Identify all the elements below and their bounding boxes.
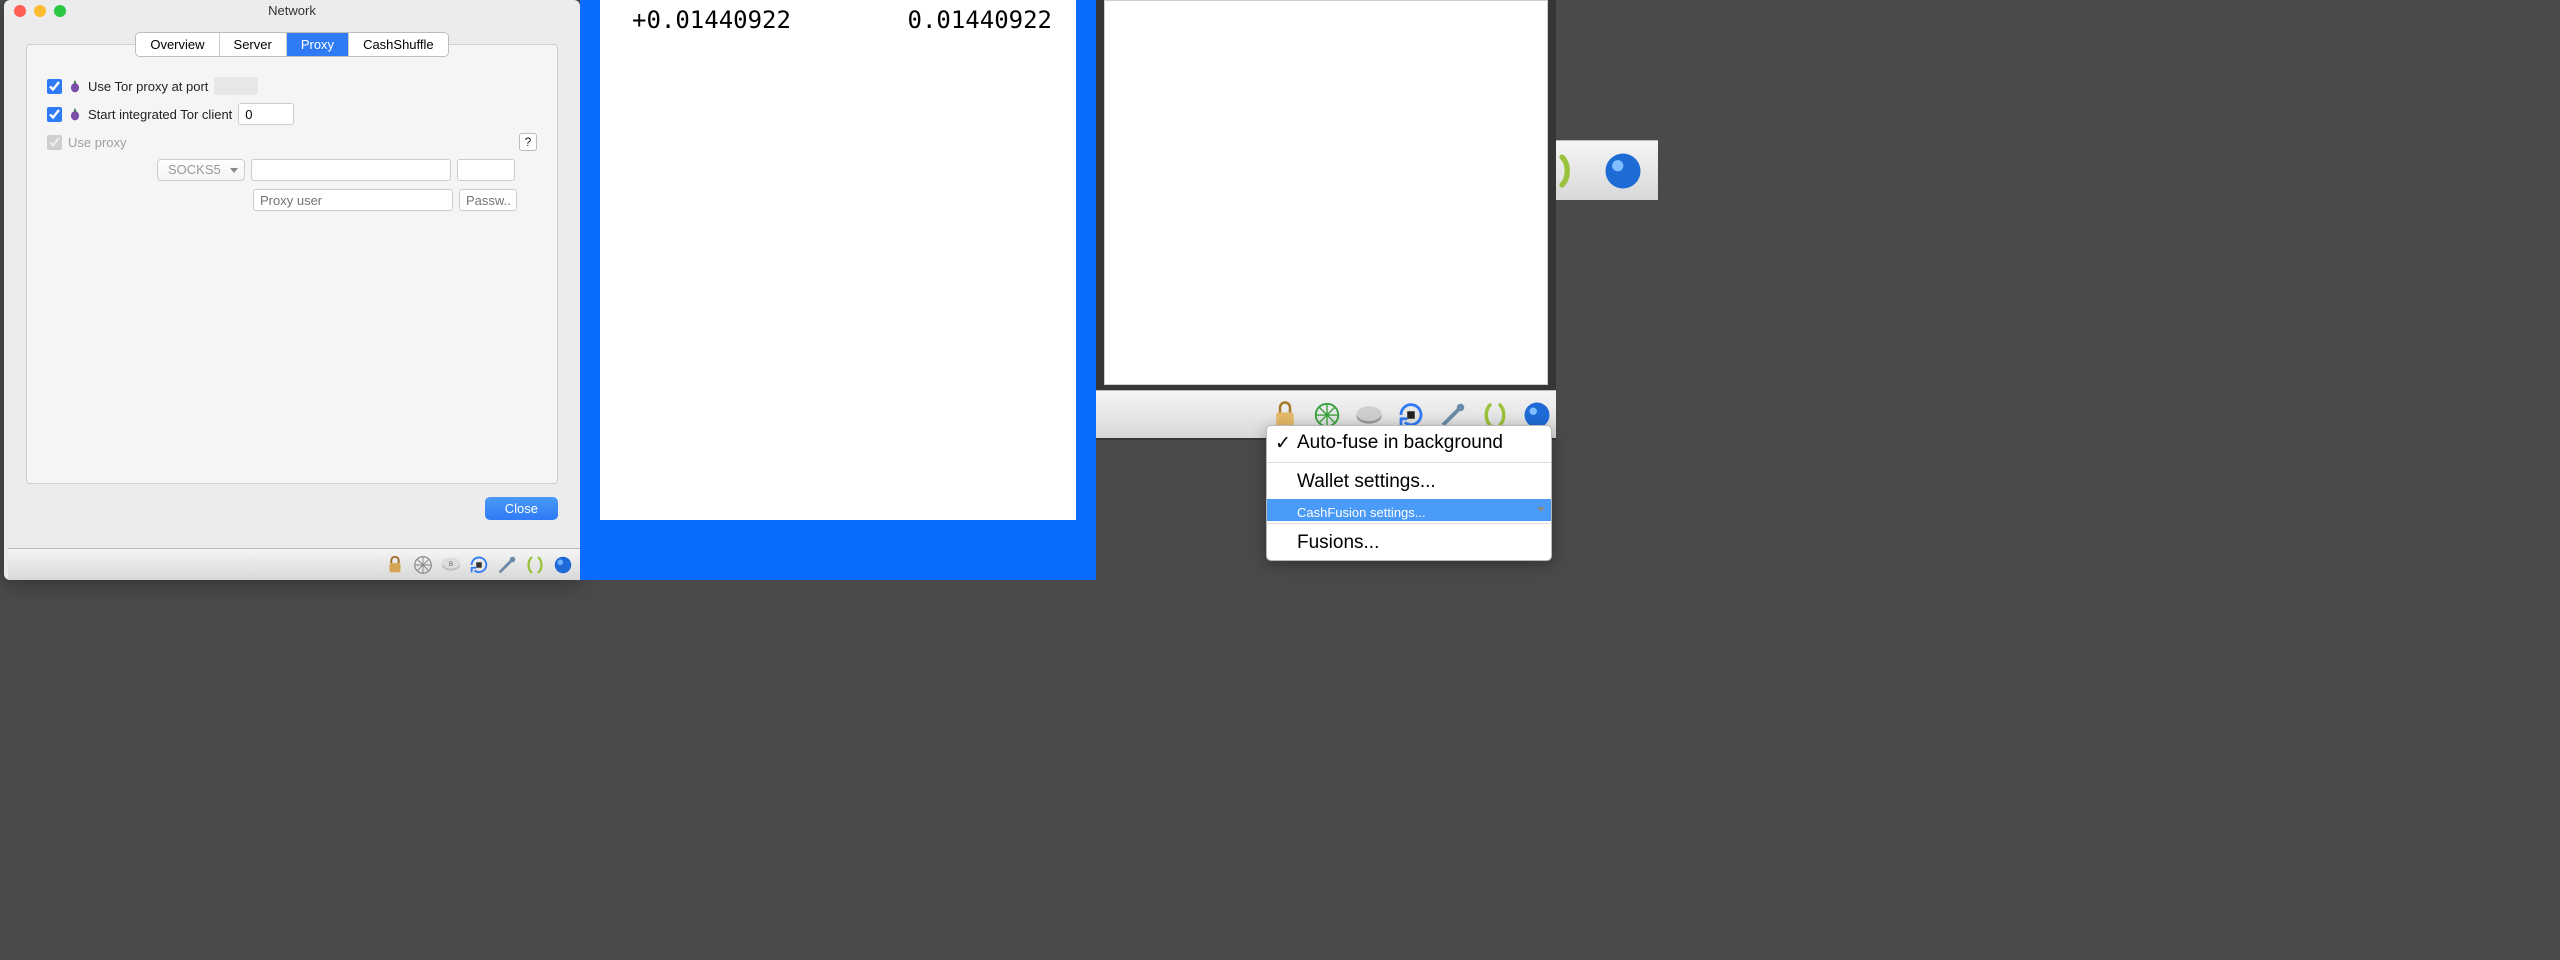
tor-port-value	[214, 77, 258, 95]
proxy-type-select[interactable]: SOCKS5	[157, 159, 245, 181]
proxy-port-input[interactable]	[457, 159, 515, 181]
menu-item-fusions[interactable]: Fusions...	[1267, 526, 1551, 560]
proxy-host-input[interactable]	[251, 159, 451, 181]
tabs: Overview Server Proxy CashShuffle	[135, 32, 448, 57]
start-tor-port-input[interactable]	[238, 103, 294, 125]
window-title: Network	[268, 3, 316, 18]
tab-proxy[interactable]: Proxy	[287, 33, 349, 56]
titlebar: Network	[4, 0, 580, 24]
right-window-content	[1104, 0, 1548, 385]
wallet-window: +0.01440922 0.01440922 B	[580, 0, 1096, 580]
coin-icon[interactable]: B	[440, 554, 462, 576]
use-proxy-checkbox	[47, 135, 62, 150]
tab-cashshuffle[interactable]: CashShuffle	[349, 33, 448, 56]
start-tor-checkbox[interactable]	[47, 107, 62, 122]
menu-item-cashfusion-settings[interactable]: CashFusion settings...	[1267, 499, 1551, 521]
status-orb-icon[interactable]	[552, 554, 574, 576]
amount-total: 0.01440922	[908, 6, 1053, 34]
tab-bar: Overview Server Proxy CashShuffle	[27, 32, 557, 57]
use-tor-checkbox[interactable]	[47, 79, 62, 94]
svg-text:B: B	[449, 560, 453, 567]
cashfusion-icon[interactable]	[524, 554, 546, 576]
zoom-window-button[interactable]	[54, 5, 66, 17]
menu-item-wallet-settings[interactable]: Wallet settings...	[1267, 465, 1551, 499]
amount-delta: +0.01440922	[632, 6, 791, 34]
tools-icon[interactable]	[496, 554, 518, 576]
context-menu: Auto-fuse in background Wallet settings.…	[1266, 425, 1552, 561]
use-proxy-label: Use proxy	[68, 135, 127, 150]
onion-icon	[68, 79, 82, 93]
lock-icon[interactable]	[384, 554, 406, 576]
tab-server[interactable]: Server	[220, 33, 287, 56]
onion-icon	[68, 107, 82, 121]
amounts-row: +0.01440922 0.01440922	[600, 0, 1076, 34]
proxy-user-input[interactable]	[253, 189, 453, 211]
proxy-pass-input[interactable]	[459, 189, 517, 211]
minimize-window-button[interactable]	[34, 5, 46, 17]
help-button[interactable]: ?	[519, 133, 537, 151]
wallet-content: +0.01440922 0.01440922	[600, 0, 1076, 520]
menu-item-autofuse[interactable]: Auto-fuse in background	[1267, 426, 1551, 460]
menu-separator	[1267, 462, 1551, 463]
right-window	[1096, 0, 1556, 440]
menu-separator	[1267, 523, 1551, 524]
use-proxy-row: Use proxy ?	[47, 133, 537, 151]
start-tor-row: Start integrated Tor client	[47, 103, 537, 125]
network-dialog: Network Overview Server Proxy CashShuffl…	[4, 0, 580, 580]
window-controls	[14, 5, 66, 17]
proxy-tab-body: Use Tor proxy at port Start integrated T…	[27, 57, 557, 239]
status-orb-icon[interactable]	[1602, 150, 1644, 192]
network-icon[interactable]	[412, 554, 434, 576]
proxy-host-row: SOCKS5	[157, 159, 537, 181]
proxy-auth-row	[157, 189, 537, 211]
close-button[interactable]: Close	[485, 497, 558, 520]
refresh-icon[interactable]	[468, 554, 490, 576]
use-tor-row: Use Tor proxy at port	[47, 77, 537, 95]
use-tor-label: Use Tor proxy at port	[88, 79, 208, 94]
tab-overview[interactable]: Overview	[136, 33, 219, 56]
status-bar: B	[8, 548, 584, 580]
close-window-button[interactable]	[14, 5, 26, 17]
dialog-body: Overview Server Proxy CashShuffle Use To…	[26, 44, 558, 484]
start-tor-label: Start integrated Tor client	[88, 107, 232, 122]
